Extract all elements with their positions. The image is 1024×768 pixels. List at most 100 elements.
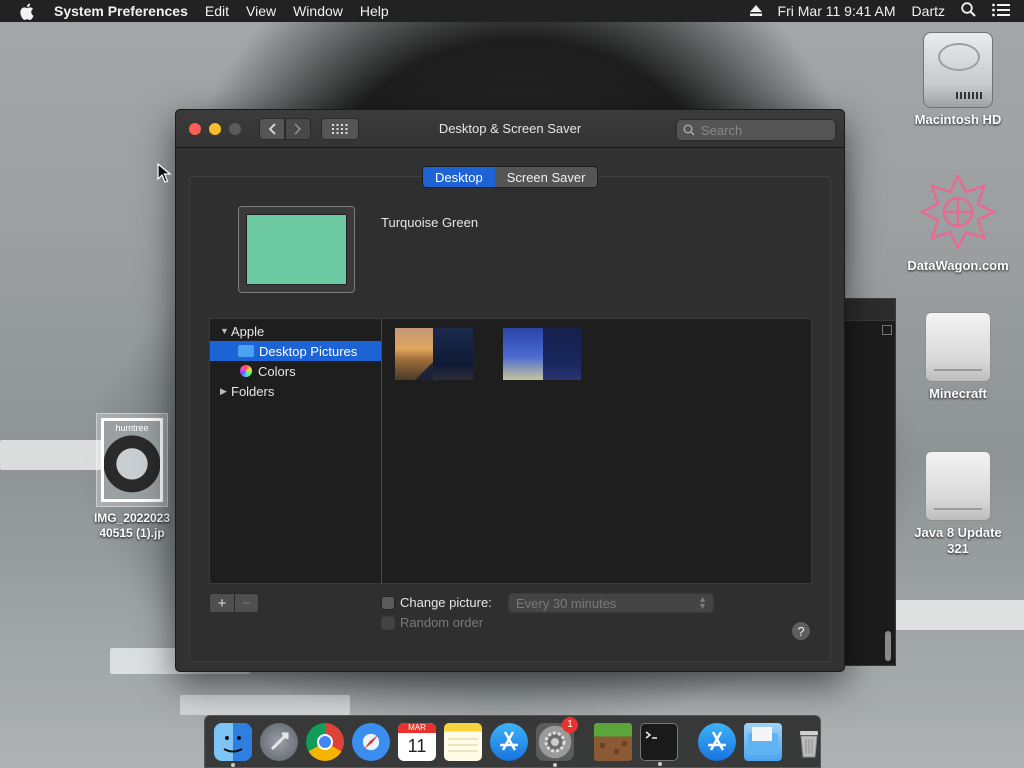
title-bar[interactable]: Desktop & Screen Saver xyxy=(176,110,844,148)
disclosure-closed-icon[interactable]: ▶ xyxy=(220,386,228,397)
datawagon-logo-icon xyxy=(918,172,998,252)
dock-notes[interactable] xyxy=(444,722,482,761)
background-window[interactable] xyxy=(843,298,896,666)
add-folder-button[interactable]: + xyxy=(210,594,234,612)
dock-minecraft[interactable] xyxy=(594,722,632,761)
apple-menu-icon[interactable] xyxy=(19,3,41,20)
tab-screen-saver[interactable]: Screen Saver xyxy=(494,167,598,187)
menu-view[interactable]: View xyxy=(246,3,276,19)
dock-finder[interactable] xyxy=(214,722,252,767)
source-list: ▼ Apple Desktop Pictures Colors ▶ Folder… xyxy=(209,318,381,584)
source-group-label: Folders xyxy=(231,383,275,399)
source-group-label: Apple xyxy=(231,323,265,339)
chrome-icon xyxy=(317,733,333,750)
wallpaper-grid xyxy=(381,318,812,584)
notes-icon xyxy=(448,738,478,751)
change-picture-label: Change picture: xyxy=(400,595,492,610)
app-store-icon xyxy=(500,730,518,751)
add-remove-buttons: + − xyxy=(209,593,259,613)
mojave-dunes-thumbnail[interactable] xyxy=(395,328,473,380)
dock-calendar[interactable]: MAR 11 xyxy=(398,722,436,761)
show-all-button[interactable] xyxy=(321,117,359,140)
random-order-option: Random order xyxy=(381,615,483,630)
wallpaper-preview-swatch xyxy=(246,214,347,285)
source-item-label: Desktop Pictures xyxy=(259,343,358,359)
dock-system-preferences[interactable]: 1 xyxy=(536,716,578,767)
search-input[interactable] xyxy=(701,122,821,138)
desktop-icon-label: Macintosh HD xyxy=(914,112,1002,127)
chevron-updown-icon: ▲ ▼ xyxy=(698,594,707,611)
desktop-file-image[interactable]: humtree IMG_2022023 40515 (1).jp xyxy=(84,413,180,541)
blue-sky-thumbnail[interactable] xyxy=(503,328,581,380)
change-picture-option: Change picture: xyxy=(381,595,492,610)
menu-app-name[interactable]: System Preferences xyxy=(54,3,188,19)
menu-bar: System Preferences Edit View Window Help… xyxy=(0,0,1024,22)
menu-edit[interactable]: Edit xyxy=(205,3,229,19)
compass-icon xyxy=(364,734,378,749)
forward-button[interactable] xyxy=(285,117,311,140)
desktop-icon-datawagon[interactable]: DataWagon.com xyxy=(903,172,1013,274)
menu-window[interactable]: Window xyxy=(293,3,343,19)
change-picture-checkbox[interactable] xyxy=(381,595,395,610)
search-field[interactable] xyxy=(676,119,836,141)
random-order-checkbox[interactable] xyxy=(381,615,395,630)
source-item-colors[interactable]: Colors xyxy=(210,361,381,381)
file-thumbnail: humtree xyxy=(96,413,168,507)
dock-downloads-folder[interactable] xyxy=(744,722,782,761)
mouse-cursor-icon xyxy=(157,162,172,186)
interval-value: Every 30 minutes xyxy=(516,595,617,611)
rocket-icon xyxy=(270,732,289,750)
random-order-label: Random order xyxy=(400,615,484,630)
dock-safari[interactable] xyxy=(352,722,390,761)
minimize-window-button[interactable] xyxy=(209,122,221,135)
source-group-folders[interactable]: ▶ Folders xyxy=(210,381,381,401)
notification-center-icon[interactable] xyxy=(992,3,1010,20)
wallpaper-preview xyxy=(238,206,355,293)
hard-drive-icon xyxy=(923,32,993,108)
close-window-button[interactable] xyxy=(189,122,201,135)
backdrop-highlight xyxy=(180,695,350,715)
background-window-titlebar xyxy=(844,299,895,321)
tab-desktop[interactable]: Desktop xyxy=(423,167,495,187)
desktop-screen-saver-window: Desktop & Screen Saver Desktop Screen Sa… xyxy=(175,109,845,672)
grass-block-icon xyxy=(600,740,627,754)
scrollbar-thumb[interactable] xyxy=(885,631,891,661)
source-item-label: Colors xyxy=(258,363,296,379)
color-wheel-icon xyxy=(240,365,252,377)
menu-user[interactable]: Dartz xyxy=(912,3,945,19)
dock-app-store[interactable] xyxy=(490,722,528,761)
zoom-window-button[interactable] xyxy=(229,122,241,135)
dock-chrome[interactable] xyxy=(306,722,344,761)
finder-icon xyxy=(223,735,243,752)
help-button[interactable]: ? xyxy=(791,621,811,641)
folder-icon xyxy=(748,726,778,755)
menu-help[interactable]: Help xyxy=(360,3,389,19)
disclosure-open-icon[interactable]: ▼ xyxy=(220,326,229,336)
menu-clock[interactable]: Fri Mar 11 9:41 AM xyxy=(778,3,896,19)
desktop-icon-java[interactable]: Java 8 Update 321 xyxy=(903,451,1013,557)
remove-folder-button[interactable]: − xyxy=(234,594,258,612)
source-group-apple[interactable]: ▼ Apple xyxy=(210,321,381,341)
spotlight-search-icon[interactable] xyxy=(961,2,976,20)
chevron-left-icon xyxy=(268,122,276,135)
scroll-button[interactable] xyxy=(882,325,892,335)
wallpaper-name: Turquoise Green xyxy=(381,215,479,230)
disk-image-icon xyxy=(925,451,991,521)
source-item-desktop-pictures[interactable]: Desktop Pictures xyxy=(210,341,381,361)
disk-image-icon xyxy=(925,312,991,382)
dock-launchpad[interactable] xyxy=(260,722,298,761)
interval-select[interactable]: Every 30 minutes ▲ ▼ xyxy=(508,593,714,613)
notification-badge: 1 xyxy=(562,716,578,733)
photo-caption: humtree xyxy=(104,421,160,499)
grid-icon xyxy=(332,123,348,134)
eject-icon[interactable] xyxy=(749,3,762,19)
dock-app-store-downloads[interactable] xyxy=(698,722,736,761)
desktop-icon-minecraft[interactable]: Minecraft xyxy=(903,312,1013,402)
dock-terminal[interactable] xyxy=(640,722,678,766)
desktop-icon-macintosh-hd[interactable]: Macintosh HD xyxy=(903,32,1013,128)
search-icon xyxy=(683,124,695,136)
dock-trash[interactable] xyxy=(790,723,828,761)
calendar-month: MAR xyxy=(398,722,436,733)
tab-content-pane: Turquoise Green ▼ Apple Desktop Pictures… xyxy=(189,176,831,662)
back-button[interactable] xyxy=(259,117,285,140)
